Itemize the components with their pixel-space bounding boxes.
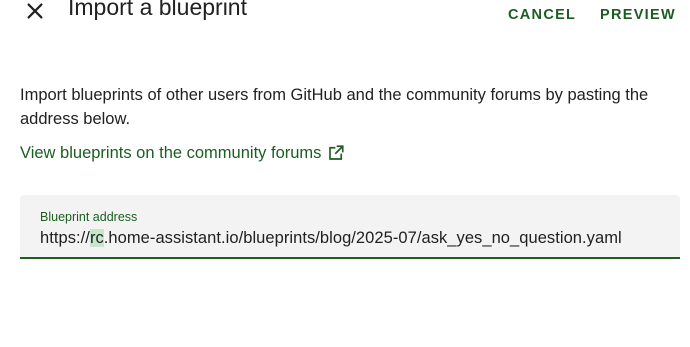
blueprint-address-field[interactable]: Blueprint address https://rc.home-assist…	[20, 195, 680, 259]
dialog-description: Import blueprints of other users from Gi…	[20, 86, 649, 128]
address-suffix[interactable]: .home-assistant.io/blueprints/blog/2025-…	[104, 229, 622, 247]
import-blueprint-dialog: Import a blueprint Import blueprints of …	[0, 0, 690, 347]
open-in-new-icon[interactable]	[327, 144, 345, 162]
dialog-title: Import a blueprint	[68, 0, 247, 20]
address-prefix[interactable]: https://	[40, 229, 90, 247]
preview-button[interactable]: PREVIEW	[600, 0, 676, 30]
blueprint-address-input[interactable]: https://rc.home-assistant.io/blueprints/…	[40, 227, 622, 249]
close-icon[interactable]	[24, 0, 46, 22]
cancel-button[interactable]: CANCEL	[508, 0, 576, 30]
blueprint-address-label: Blueprint address	[40, 210, 138, 224]
community-forums-link-label[interactable]: View blueprints on the community forums	[20, 141, 321, 165]
address-selection[interactable]: rc	[89, 229, 104, 247]
close-button[interactable]	[20, 0, 50, 25]
dialog-header: Import a blueprint	[0, 0, 690, 30]
community-forums-link[interactable]: View blueprints on the community forums	[20, 141, 345, 165]
